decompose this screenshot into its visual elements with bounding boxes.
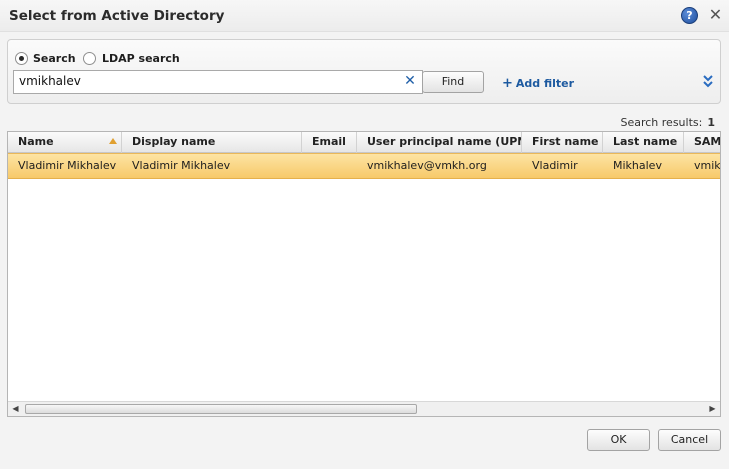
cancel-button[interactable]: Cancel [658,429,721,451]
radio-ldap-search-label[interactable]: LDAP search [102,52,180,65]
cell-sam: vmikh [694,159,721,172]
search-results-number: 1 [707,116,715,129]
column-header-last-name[interactable]: Last name [603,132,684,153]
column-header-display-name[interactable]: Display name [122,132,302,153]
column-header-name-label: Name [18,135,54,148]
help-icon[interactable]: ? [681,7,698,24]
search-panel: Search LDAP search vmikhalev ✕ Find + Add… [7,39,721,104]
column-header-sam[interactable]: SAM [684,132,720,153]
cell-display-name: Vladimir Mikhalev [132,159,231,172]
scroll-right-icon[interactable]: ▶ [705,402,720,416]
search-results-label: Search results: [620,116,703,129]
cell-last-name: Mikhalev [613,159,662,172]
close-icon[interactable]: ✕ [707,5,724,25]
add-filter-link[interactable]: + Add filter [502,76,574,91]
cell-first-name: Vladimir [532,159,578,172]
select-ad-dialog: Select from Active Directory ? ✕ Search … [0,0,729,469]
find-button[interactable]: Find [422,71,484,93]
results-grid: Name Display name Email User principal n… [7,131,721,417]
column-header-email[interactable]: Email [302,132,357,153]
search-results-count: Search results: 1 [620,116,715,129]
scrollbar-thumb[interactable] [25,404,417,414]
cell-upn: vmikhalev@vmkh.org [367,159,487,172]
horizontal-scrollbar[interactable]: ◀ ▶ [8,401,720,416]
table-row[interactable]: Vladimir Mikhalev Vladimir Mikhalev vmik… [8,153,721,179]
radio-search-label[interactable]: Search [33,52,76,65]
radio-search[interactable] [15,52,28,65]
clear-search-icon[interactable]: ✕ [403,74,417,88]
scroll-left-icon[interactable]: ◀ [8,402,23,416]
cell-name: Vladimir Mikhalev [18,159,117,172]
search-input[interactable]: vmikhalev [13,70,423,94]
title-bar: Select from Active Directory ? ✕ [0,0,729,32]
grid-header: Name Display name Email User principal n… [8,132,720,153]
column-header-name[interactable]: Name [8,132,122,153]
column-header-upn[interactable]: User principal name (UPN) [357,132,522,153]
ok-button[interactable]: OK [587,429,650,451]
column-header-first-name[interactable]: First name [522,132,603,153]
radio-ldap-search[interactable] [83,52,96,65]
cell-email [302,154,357,178]
plus-icon: + [502,76,513,91]
expand-chevron-icon[interactable] [701,74,715,90]
sort-ascending-icon [109,138,117,144]
add-filter-label: Add filter [515,77,575,90]
dialog-title: Select from Active Directory [9,8,225,24]
